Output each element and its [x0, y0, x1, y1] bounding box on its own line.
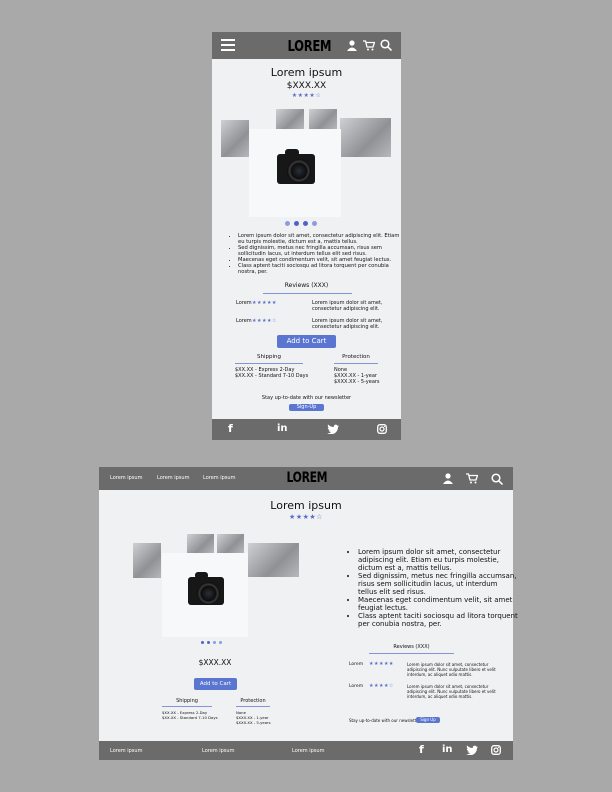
- mobile-thumb-3[interactable]: [309, 109, 337, 129]
- carousel-dot[interactable]: [303, 221, 308, 226]
- desktop-thumb-3[interactable]: [217, 534, 244, 553]
- instagram-icon[interactable]: [491, 745, 501, 755]
- carousel-dot[interactable]: [207, 641, 210, 644]
- protection-option[interactable]: $XXX.XX - 5-years: [236, 720, 271, 725]
- desktop-footer: Lorem ipsum Lorem ipsum Lorem ipsum f in: [99, 741, 513, 760]
- description-bullet: Sed dignissim, metus nec fringilla accum…: [238, 245, 400, 257]
- review-author: Lorem: [236, 300, 252, 306]
- review-text: Lorem ipsum dolor sit amet, consectetur …: [312, 300, 383, 312]
- review-stars: ★★★★★: [252, 300, 277, 306]
- shipping-option[interactable]: $XX.XX - Standard 7-10 Days: [162, 715, 218, 720]
- desktop-product-image: [162, 553, 248, 637]
- facebook-icon[interactable]: f: [419, 743, 424, 756]
- add-to-cart-button[interactable]: Add to Cart: [194, 678, 237, 690]
- protection-heading: Protection: [342, 354, 370, 360]
- nav-link[interactable]: Lorem ipsum: [110, 475, 142, 481]
- mobile-rating: ★★★★☆: [291, 92, 322, 99]
- mobile-product-image: [249, 129, 341, 217]
- newsletter-text: Stay up-to-date with our newsletter: [261, 395, 352, 401]
- twitter-icon[interactable]: [466, 745, 478, 755]
- shipping-heading: Shipping: [176, 698, 198, 704]
- signup-button[interactable]: Sign Up: [416, 717, 440, 723]
- twitter-icon[interactable]: [327, 424, 339, 434]
- desktop-product-title: Lorem ipsum: [270, 499, 342, 512]
- mobile-footer: f in: [212, 419, 401, 440]
- review-text: Lorem ipsum dolor sit amet, consectetur …: [407, 684, 496, 699]
- mobile-reviews-heading[interactable]: Reviews (XXX): [212, 282, 401, 289]
- description-bullet: Maecenas eget condimentum velit, sit ame…: [358, 596, 518, 612]
- description-bullet: Lorem ipsum dolor sit amet, consectetur …: [238, 233, 400, 245]
- review-author: Lorem: [349, 684, 364, 689]
- footer-link[interactable]: Lorem ipsum: [110, 748, 142, 754]
- user-icon[interactable]: [443, 473, 453, 484]
- carousel-dot[interactable]: [285, 221, 290, 226]
- linkedin-icon[interactable]: in: [277, 423, 288, 434]
- description-bullet: Class aptent taciti sociosqu ad litora t…: [238, 263, 400, 275]
- mobile-logo[interactable]: LOREM: [288, 37, 332, 55]
- protection-heading: Protection: [240, 698, 266, 704]
- facebook-icon[interactable]: f: [228, 422, 233, 435]
- nav-link[interactable]: Lorem ipsum: [203, 475, 235, 481]
- add-to-cart-button[interactable]: Add to Cart: [277, 335, 336, 348]
- desktop-header: Lorem ipsum Lorem ipsum Lorem ipsum LORE…: [99, 467, 513, 490]
- shipping-option[interactable]: $XX.XX - Standard 7-10 Days: [235, 373, 308, 379]
- mobile-price: $XXX.XX: [286, 81, 327, 91]
- cart-icon[interactable]: [466, 473, 478, 484]
- protection-option[interactable]: $XXX.XX - 5-years: [334, 379, 380, 385]
- description-bullet: Lorem ipsum dolor sit amet, consectetur …: [358, 548, 518, 572]
- footer-link[interactable]: Lorem ipsum: [202, 748, 234, 754]
- shipping-heading: Shipping: [257, 354, 281, 360]
- desktop-thumb-1[interactable]: [133, 543, 161, 578]
- review-text: Lorem ipsum dolor sit amet, consectetur …: [407, 662, 496, 677]
- mobile-thumb-4[interactable]: [340, 118, 391, 157]
- desktop-thumb-4[interactable]: [248, 543, 299, 577]
- linkedin-icon[interactable]: in: [442, 744, 453, 755]
- desktop-price: $XXX.XX: [198, 658, 232, 667]
- mobile-mockup: LOREM Lorem ipsum $XXX.XX ★★★★☆ Lorem ip…: [212, 32, 401, 440]
- review-author: Lorem: [349, 662, 364, 667]
- mobile-description: Lorem ipsum dolor sit amet, consectetur …: [226, 233, 400, 275]
- nav-link[interactable]: Lorem ipsum: [157, 475, 189, 481]
- carousel-dot[interactable]: [219, 641, 222, 644]
- hamburger-icon[interactable]: [221, 39, 235, 51]
- review-stars: ★★★★☆: [369, 683, 394, 689]
- desktop-thumb-2[interactable]: [187, 534, 214, 553]
- review-stars: ★★★★★: [369, 661, 394, 667]
- desktop-logo[interactable]: LOREM: [287, 470, 328, 486]
- desktop-mockup: Lorem ipsum Lorem ipsum Lorem ipsum LORE…: [99, 467, 518, 760]
- review-text: Lorem ipsum dolor sit amet, consectetur …: [312, 318, 383, 330]
- cart-icon[interactable]: [363, 40, 375, 51]
- desktop-description: Lorem ipsum dolor sit amet, consectetur …: [346, 548, 518, 628]
- mobile-thumb-1[interactable]: [221, 120, 249, 157]
- signup-button[interactable]: Sign-Up: [289, 404, 324, 411]
- user-icon[interactable]: [347, 40, 357, 51]
- newsletter-text: Stay up-to-date with our newsletter: [349, 718, 421, 723]
- search-icon[interactable]: [491, 473, 503, 485]
- footer-link[interactable]: Lorem ipsum: [292, 748, 324, 754]
- description-bullet: Sed dignissim, metus nec fringilla accum…: [358, 572, 518, 596]
- review-stars: ★★★★☆: [252, 318, 277, 324]
- mobile-header: LOREM: [212, 32, 401, 59]
- desktop-rating: ★★★★☆: [289, 513, 323, 521]
- carousel-dot[interactable]: [294, 221, 299, 226]
- mobile-thumb-2[interactable]: [276, 109, 304, 129]
- review-author: Lorem: [236, 318, 252, 324]
- carousel-dot[interactable]: [213, 641, 216, 644]
- search-icon[interactable]: [380, 39, 392, 51]
- mobile-product-title: Lorem ipsum: [270, 66, 343, 79]
- carousel-dot[interactable]: [312, 221, 317, 226]
- instagram-icon[interactable]: [377, 424, 387, 434]
- description-bullet: Class aptent taciti sociosqu ad litora t…: [358, 612, 518, 628]
- carousel-dot[interactable]: [201, 641, 204, 644]
- desktop-reviews-heading[interactable]: Reviews (XXX): [349, 644, 474, 650]
